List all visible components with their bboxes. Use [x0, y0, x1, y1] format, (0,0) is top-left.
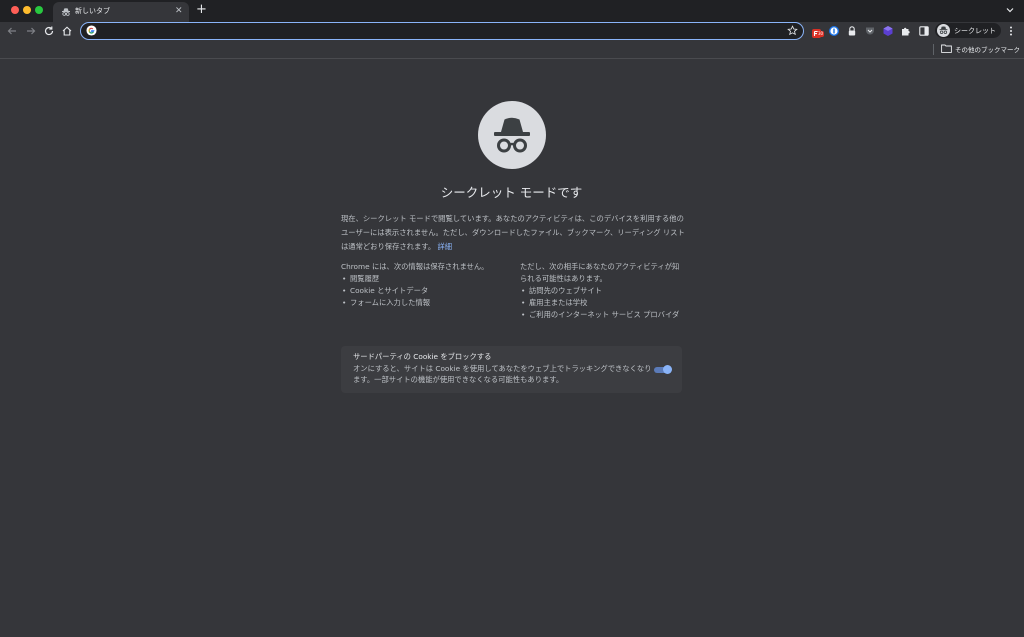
1password-icon[interactable] — [828, 25, 840, 37]
list-item: ご利用のインターネット サービス プロバイダ — [520, 309, 686, 321]
page-title: シークレット モードです — [440, 185, 583, 200]
list-item: 閲覧履歴 — [341, 273, 511, 285]
incognito-avatar-icon — [937, 24, 950, 37]
cookie-card-title: サードパーティの Cookie をブロックする — [353, 352, 492, 361]
incognito-icon — [494, 117, 530, 153]
home-icon[interactable] — [61, 25, 73, 37]
incognito-hero-icon — [478, 101, 546, 169]
profile-incognito-button[interactable]: シークレット — [935, 23, 1001, 38]
tab-close-icon[interactable]: ✕ — [175, 6, 183, 16]
folder-icon[interactable] — [941, 44, 952, 53]
google-g-icon — [86, 25, 97, 36]
list-item: フォームに入力した情報 — [341, 297, 511, 309]
not-saved-title: Chrome には、次の情報は保存されません。 — [341, 262, 489, 271]
tab-title: 新しいタブ — [75, 7, 110, 15]
bookmarks-separator — [933, 44, 934, 55]
minimize-window-button[interactable] — [23, 6, 31, 14]
visible-to-list: 訪問先のウェブサイト 雇用主または学校 ご利用のインターネット サービス プロバ… — [520, 285, 686, 321]
tab-new-tab[interactable]: 新しいタブ ✕ — [53, 2, 189, 22]
close-window-button[interactable] — [11, 6, 19, 14]
cube-extension-icon[interactable] — [882, 25, 894, 37]
toolbar: 30 シークレット — [0, 22, 1024, 40]
forward-arrow-icon[interactable] — [25, 25, 37, 37]
learn-more-link[interactable]: 詳細 — [437, 242, 452, 251]
incognito-new-tab-page: シークレット モードです 現在、シークレット モードで閲覧しています。あなたのア… — [0, 59, 1024, 637]
not-saved-column: Chrome には、次の情報は保存されません。 閲覧履歴 Cookie とサイト… — [341, 261, 511, 309]
bookmarks-bar: その他のブックマーク — [0, 40, 1024, 59]
extension-feedly-button[interactable]: 30 — [811, 25, 825, 38]
pocket-shield-icon[interactable] — [864, 25, 876, 37]
tab-strip: 新しいタブ ✕ + — [0, 0, 1024, 22]
lock-icon[interactable] — [846, 25, 858, 37]
profile-label: シークレット — [954, 27, 996, 35]
bookmark-star-icon[interactable] — [787, 25, 798, 36]
toggle-knob — [663, 365, 672, 374]
intro-body: 現在、シークレット モードで閲覧しています。あなたのアクティビティは、このデバイ… — [341, 214, 685, 251]
block-cookies-toggle[interactable] — [653, 365, 672, 374]
extension-badge-count: 30 — [817, 31, 825, 37]
list-item: 雇用主または学校 — [520, 297, 686, 309]
intro-text: 現在、シークレット モードで閲覧しています。あなたのアクティビティは、このデバイ… — [341, 212, 686, 254]
list-item: Cookie とサイトデータ — [341, 285, 511, 297]
new-tab-button[interactable]: + — [196, 3, 207, 17]
visible-to-title: ただし、次の相手にあなたのアクティビティが知られる可能性はあります。 — [520, 262, 680, 283]
zoom-window-button[interactable] — [35, 6, 43, 14]
more-menu-icon[interactable] — [1008, 25, 1014, 37]
cookie-card-description: オンにすると、サイトは Cookie を使用してあなたをウェブ上でトラッキングで… — [353, 364, 652, 384]
reload-icon[interactable] — [43, 25, 55, 37]
third-party-cookie-card: サードパーティの Cookie をブロックする オンにすると、サイトは Cook… — [341, 346, 682, 393]
not-saved-list: 閲覧履歴 Cookie とサイトデータ フォームに入力した情報 — [341, 273, 511, 309]
back-arrow-icon[interactable] — [6, 25, 18, 37]
other-bookmarks-link[interactable]: その他のブックマーク — [955, 44, 1020, 54]
browser-window: 新しいタブ ✕ + 30 シークレット その他のブックマーク シークレット モー… — [0, 0, 1024, 637]
omnibox[interactable] — [80, 22, 804, 40]
omnibox-input[interactable] — [101, 24, 771, 37]
side-panel-icon[interactable] — [918, 25, 930, 37]
list-item: 訪問先のウェブサイト — [520, 285, 686, 297]
visible-to-column: ただし、次の相手にあなたのアクティビティが知られる可能性はあります。 訪問先のウ… — [520, 261, 686, 321]
incognito-icon — [62, 8, 70, 16]
extensions-puzzle-icon[interactable] — [900, 25, 912, 37]
tab-search-chevron-icon[interactable] — [1005, 5, 1015, 15]
